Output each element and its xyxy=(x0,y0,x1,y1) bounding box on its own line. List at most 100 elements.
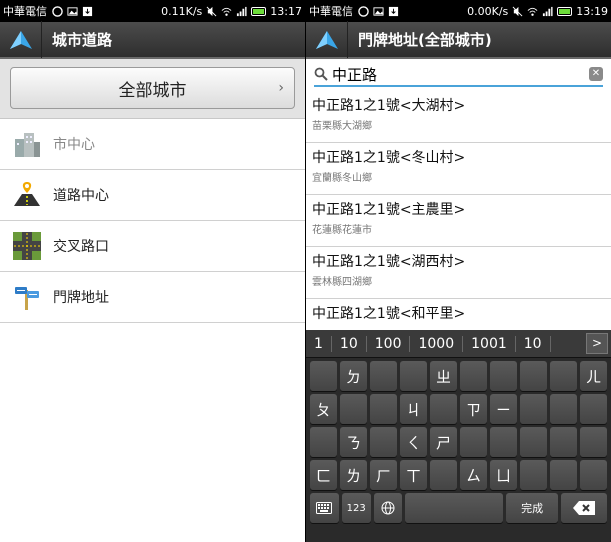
result-address: 中正路1之1號<主農里> xyxy=(312,202,466,218)
key[interactable]: ㄉ xyxy=(340,361,367,391)
status-bar: 中華電信 0.11K/s 13:17 xyxy=(0,0,305,22)
candidate-item[interactable]: 1000 xyxy=(410,335,464,352)
candidate-item[interactable]: 10 xyxy=(332,335,367,352)
list-item[interactable]: 中正路1之1號<湖西村> 雲林縣四湖鄉 xyxy=(306,247,611,299)
numbers-key[interactable]: 123 xyxy=(341,493,371,523)
key[interactable] xyxy=(430,460,457,490)
key[interactable]: ㄓ xyxy=(430,361,457,391)
key[interactable] xyxy=(520,394,547,424)
menu-item-city-center[interactable]: 市中心 xyxy=(0,119,305,170)
list-item[interactable]: 中正路1之1號<冬山村> 宜蘭縣冬山鄉 xyxy=(306,143,611,195)
space-key[interactable] xyxy=(405,493,504,523)
result-address: 中正路1之1號<大湖村> xyxy=(312,98,466,114)
city-center-icon xyxy=(10,127,44,161)
app-logo-icon[interactable] xyxy=(0,21,42,58)
key[interactable]: ㄑ xyxy=(400,427,427,457)
key[interactable]: ㄙ xyxy=(460,460,487,490)
menu-item-label: 交叉路口 xyxy=(53,239,109,255)
network-speed: 0.11K/s xyxy=(161,4,203,18)
key[interactable] xyxy=(490,427,517,457)
all-cities-button[interactable]: 全部城市 › xyxy=(10,67,295,109)
list-item[interactable]: 中正路1之1號<主農里> 花蓮縣花蓮市 xyxy=(306,195,611,247)
key[interactable] xyxy=(370,427,397,457)
key[interactable] xyxy=(580,460,607,490)
key[interactable]: ㄦ xyxy=(580,361,607,391)
search-bar: ✕ xyxy=(306,59,611,91)
key[interactable] xyxy=(340,394,367,424)
mute-icon xyxy=(206,6,217,16)
key[interactable] xyxy=(580,394,607,424)
menu-item-label: 門牌地址 xyxy=(53,290,109,306)
key[interactable] xyxy=(520,361,547,391)
key[interactable] xyxy=(400,361,427,391)
image-icon xyxy=(67,6,78,16)
key[interactable] xyxy=(520,460,547,490)
key[interactable] xyxy=(460,427,487,457)
signal-icon xyxy=(543,6,553,16)
key[interactable] xyxy=(460,361,487,391)
list-item[interactable]: 中正路1之1號<大湖村> 苗栗縣大湖鄉 xyxy=(306,91,611,143)
app-logo-icon[interactable] xyxy=(306,21,348,58)
city-selector-area: 全部城市 › xyxy=(0,59,305,119)
candidate-expand-button[interactable]: > xyxy=(586,333,608,354)
battery-icon xyxy=(557,6,573,16)
notification-icon xyxy=(52,5,63,17)
carrier-label: 中華電信 xyxy=(3,5,47,18)
result-address: 中正路1之1號<和平里> xyxy=(312,306,466,322)
key[interactable] xyxy=(310,361,337,391)
result-area: 雲林縣四湖鄉 xyxy=(312,277,372,288)
result-area: 宜蘭縣冬山鄉 xyxy=(312,173,372,184)
result-area: 苗栗縣大湖鄉 xyxy=(312,121,372,132)
keyboard-switch-icon[interactable] xyxy=(310,493,339,523)
search-icon xyxy=(314,67,328,81)
download-icon xyxy=(388,6,399,16)
menu-item-intersection[interactable]: 交叉路口 xyxy=(0,221,305,272)
network-speed: 0.00K/s xyxy=(467,4,509,18)
key[interactable] xyxy=(550,394,577,424)
key[interactable] xyxy=(550,460,577,490)
key[interactable] xyxy=(490,361,517,391)
key[interactable]: ㄏ xyxy=(370,460,397,490)
key[interactable]: ㄋ xyxy=(340,427,367,457)
clear-icon[interactable]: ✕ xyxy=(589,67,603,81)
key[interactable]: ㄕ xyxy=(430,427,457,457)
key[interactable] xyxy=(520,427,547,457)
key[interactable]: ㄗ xyxy=(460,394,487,424)
keyboard-row: ㄈ ㄌ ㄏ ㄒ ㄙ ㄩ xyxy=(310,460,607,490)
candidate-item[interactable]: 1001 xyxy=(463,335,516,352)
keyboard-row: ㄆ ㄐ ㄗ ㄧ xyxy=(310,394,607,424)
chevron-right-icon: › xyxy=(278,80,284,96)
key[interactable]: ㄐ xyxy=(400,394,427,424)
key[interactable]: ㄧ xyxy=(490,394,517,424)
key[interactable]: ㄆ xyxy=(310,394,337,424)
candidate-item[interactable]: 1 xyxy=(306,335,332,352)
key[interactable] xyxy=(550,427,577,457)
result-address: 中正路1之1號<冬山村> xyxy=(312,150,466,166)
address-sign-icon xyxy=(10,280,44,314)
candidate-item[interactable]: 100 xyxy=(367,335,411,352)
road-center-icon xyxy=(10,178,44,212)
done-key[interactable]: 完成 xyxy=(506,493,558,523)
key[interactable] xyxy=(370,361,397,391)
key[interactable]: ㄩ xyxy=(490,460,517,490)
menu-item-label: 市中心 xyxy=(53,137,95,153)
wifi-icon xyxy=(221,7,232,16)
menu-item-label: 道路中心 xyxy=(53,188,109,204)
key[interactable]: ㄒ xyxy=(400,460,427,490)
keyboard-row: ㄋ ㄑ ㄕ xyxy=(310,427,607,457)
search-input[interactable] xyxy=(332,65,572,83)
backspace-icon[interactable] xyxy=(560,493,608,523)
key[interactable] xyxy=(370,394,397,424)
mute-icon xyxy=(512,6,523,16)
key[interactable] xyxy=(430,394,457,424)
key[interactable]: ㄈ xyxy=(310,460,337,490)
wifi-icon xyxy=(527,7,538,16)
key[interactable] xyxy=(580,427,607,457)
globe-icon[interactable] xyxy=(373,493,403,523)
key[interactable] xyxy=(310,427,337,457)
menu-item-road-center[interactable]: 道路中心 xyxy=(0,170,305,221)
menu-item-address[interactable]: 門牌地址 xyxy=(0,272,305,323)
key[interactable] xyxy=(550,361,577,391)
candidate-item[interactable]: 10 xyxy=(516,335,551,352)
key[interactable]: ㄌ xyxy=(340,460,367,490)
